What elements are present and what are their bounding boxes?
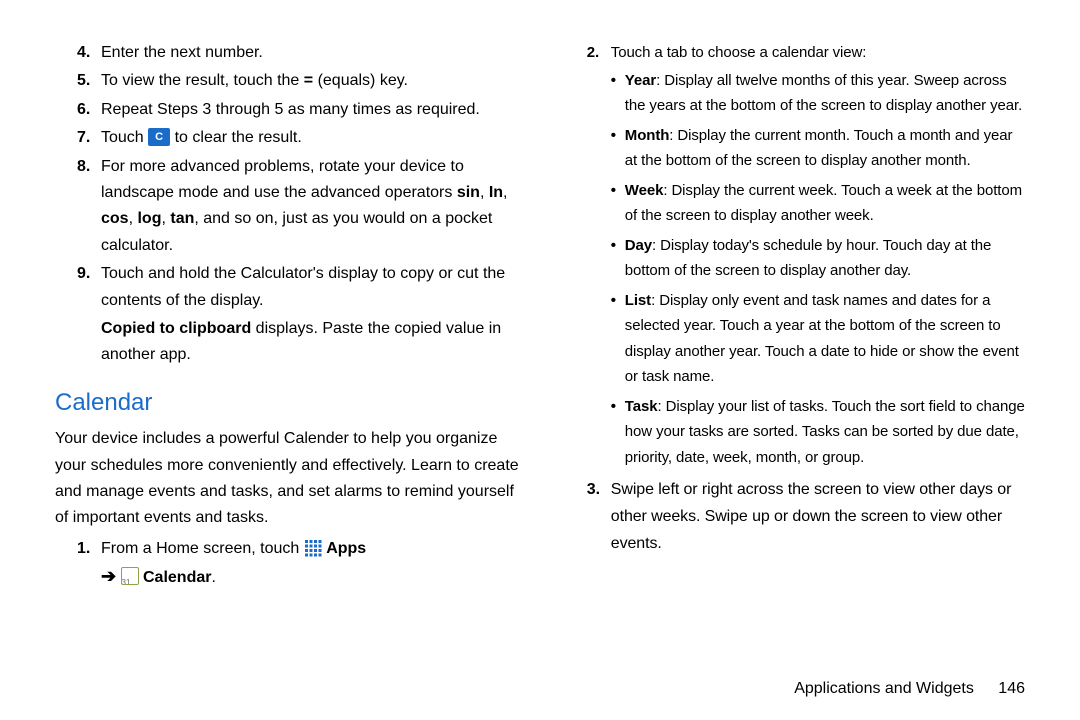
step-text-post: (equals) key. [313,72,408,89]
step-7: 7. Touch C to clear the result. [55,125,525,151]
view-label: List [625,292,651,309]
step-number: 3. [587,476,600,503]
view-label: Day [625,237,652,254]
op-cos: cos [101,210,129,227]
left-column: 4. Enter the next number. 5. To view the… [55,40,525,594]
calendar-steps-left: 1. From a Home screen, touch Apps [55,536,525,592]
step-number: 4. [77,40,90,66]
view-label: Week [625,182,664,199]
step-9: 9. Touch and hold the Calculator's displ… [55,261,525,369]
view-label: Month [625,127,669,144]
arrow-icon: ➔ [101,566,116,586]
step-6: 6. Repeat Steps 3 through 5 as many time… [55,97,525,123]
view-desc: : Display the current month. Touch a mon… [625,127,1013,170]
view-list: List: Display only event and task names … [565,288,1025,390]
step-number: 8. [77,154,90,180]
calendar-step-3-list: 3. Swipe left or right across the screen… [565,476,1025,558]
step-text-pre: For more advanced problems, rotate your … [101,158,464,201]
cal-step-pre: From a Home screen, touch [101,540,304,557]
step-number: 7. [77,125,90,151]
step-text: Touch and hold the Calculator's display … [101,265,505,308]
step-text: Repeat Steps 3 through 5 as many times a… [101,101,480,118]
view-desc: : Display your list of tasks. Touch the … [625,398,1025,466]
page-footer: Applications and Widgets 146 [794,680,1025,698]
view-label: Year [625,72,656,89]
calendar-intro: Your device includes a powerful Calender… [55,426,525,532]
view-week: Week: Display the current week. Touch a … [565,178,1025,229]
apps-label: Apps [326,540,366,557]
step-text: Touch a tab to choose a calendar view: [611,44,867,61]
view-desc: : Display today's schedule by hour. Touc… [625,237,992,280]
step-8: 8. For more advanced problems, rotate yo… [55,154,525,260]
op-in: In [489,184,503,201]
clear-key-icon: C [148,128,170,146]
view-desc: : Display all twelve months of this year… [625,72,1022,115]
op-tan: tan [170,210,194,227]
step-number: 5. [77,68,90,94]
calendar-views-list: Year: Display all twelve months of this … [565,68,1025,471]
step-number: 6. [77,97,90,123]
view-day: Day: Display today's schedule by hour. T… [565,233,1025,284]
equals-key: = [304,72,313,89]
step-subtext: Copied to clipboard displays. Paste the … [101,316,525,369]
calendar-steps-right: 2. Touch a tab to choose a calendar view… [565,40,1025,66]
calendar-label: Calendar [143,569,211,586]
calculator-steps: 4. Enter the next number. 5. To view the… [55,40,525,369]
view-task: Task: Display your list of tasks. Touch … [565,394,1025,471]
clipboard-bold: Copied to clipboard [101,320,251,337]
view-desc: : Display only event and task names and … [625,292,1019,386]
step-text: Enter the next number. [101,44,263,61]
manual-page: 4. Enter the next number. 5. To view the… [0,0,1080,720]
step-number: 9. [77,261,90,287]
step-number: 1. [77,536,90,562]
step-5: 5. To view the result, touch the = (equa… [55,68,525,94]
op-sin: sin [457,184,480,201]
page-number: 146 [998,680,1025,697]
view-label: Task [625,398,658,415]
apps-icon [304,539,322,557]
calendar-heading: Calendar [55,383,525,423]
calendar-icon: 31 [121,567,139,585]
right-column: 2. Touch a tab to choose a calendar view… [565,40,1025,594]
two-column-layout: 4. Enter the next number. 5. To view the… [55,40,1025,594]
view-desc: : Display the current week. Touch a week… [625,182,1022,225]
footer-section: Applications and Widgets [794,680,974,697]
step-text-post: to clear the result. [175,129,302,146]
step-4: 4. Enter the next number. [55,40,525,66]
view-year: Year: Display all twelve months of this … [565,68,1025,119]
view-month: Month: Display the current month. Touch … [565,123,1025,174]
calendar-step-3: 3. Swipe left or right across the screen… [565,476,1025,558]
calendar-step-1: 1. From a Home screen, touch Apps [55,536,525,592]
op-log: log [137,210,161,227]
step-text: Swipe left or right across the screen to… [611,481,1012,552]
step-text-pre: To view the result, touch the [101,72,304,89]
step-number: 2. [587,40,599,66]
step-text-pre: Touch [101,129,148,146]
calendar-step-2: 2. Touch a tab to choose a calendar view… [565,40,1025,66]
